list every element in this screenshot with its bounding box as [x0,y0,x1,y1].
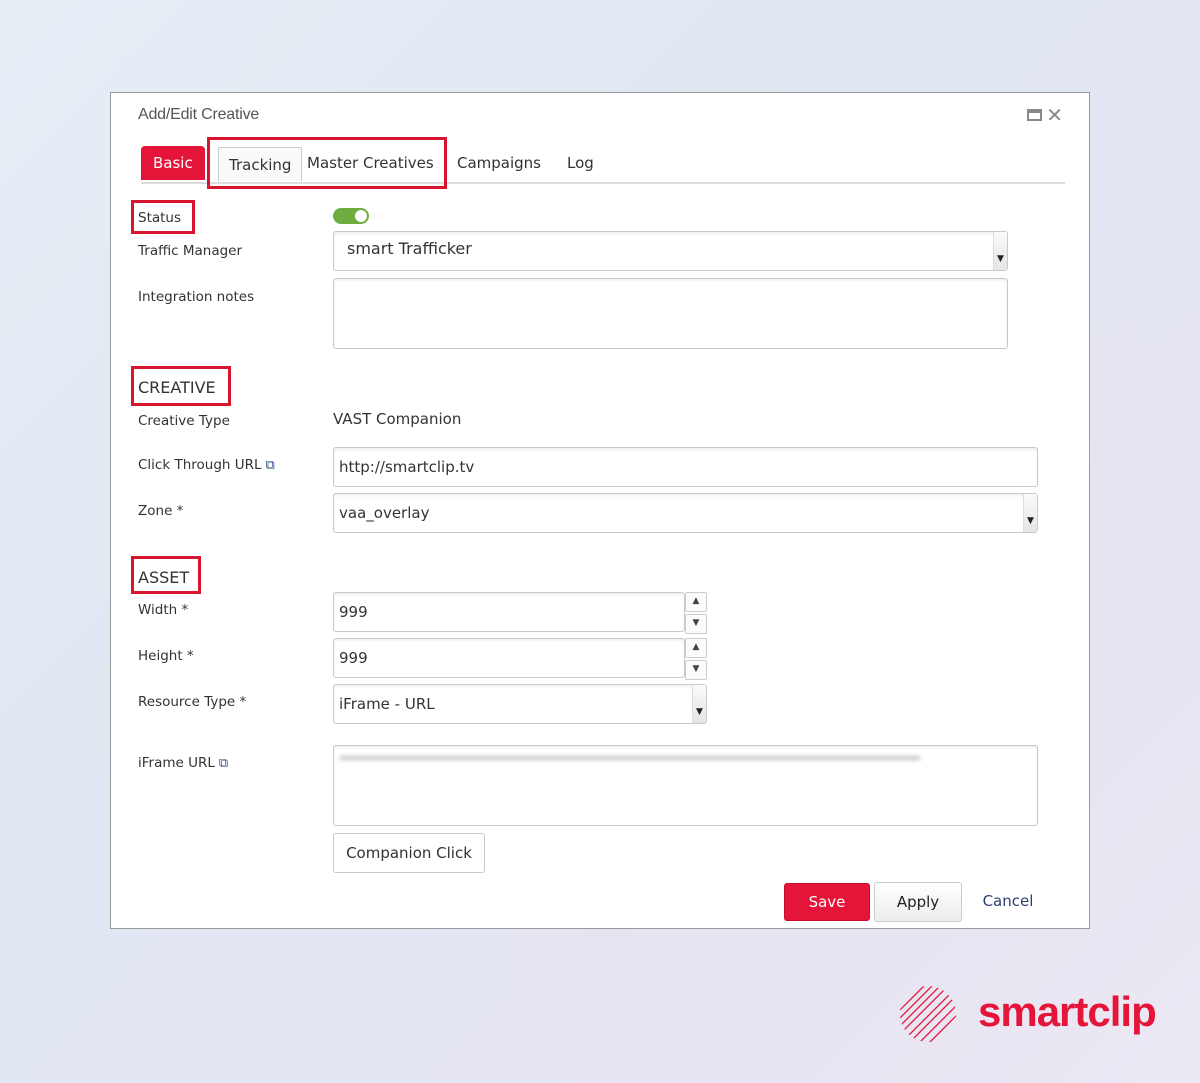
click-through-url-input[interactable]: http://smartclip.tv [333,447,1038,487]
status-toggle[interactable] [333,208,369,224]
click-through-url-value: http://smartclip.tv [339,458,475,476]
height-decrement-button[interactable]: ▼ [685,660,707,680]
height-stepper: ▲ ▼ [685,638,707,682]
integration-notes-textarea[interactable] [333,278,1008,349]
companion-click-button[interactable]: Companion Click [333,833,485,873]
save-button[interactable]: Save [784,883,870,921]
cancel-button[interactable]: Cancel [973,883,1043,921]
external-link-icon[interactable]: ⧉ [219,756,228,771]
smartclip-logo: smartclip [900,980,1170,1050]
chevron-down-icon: ▼ [692,685,706,723]
tab-log[interactable]: Log [567,146,594,180]
integration-notes-label: Integration notes [138,289,255,305]
smartclip-wordmark: smartclip [978,988,1157,1035]
resource-type-select[interactable]: iFrame - URL ▼ [333,684,707,724]
highlight-creative [131,366,231,406]
zone-value: vaa_overlay [339,504,430,522]
tab-campaigns[interactable]: Campaigns [457,146,541,180]
chevron-down-icon: ▼ [1023,494,1037,532]
click-through-url-text: Click Through URL [138,457,262,473]
width-label: Width * [138,602,189,618]
width-stepper: ▲ ▼ [685,592,707,636]
resource-type-label: Resource Type * [138,694,247,710]
zone-select[interactable]: vaa_overlay ▼ [333,493,1038,533]
click-through-url-label: Click Through URL ⧉ [138,457,275,473]
width-input[interactable]: 999 [333,592,685,632]
maximize-icon[interactable] [1027,109,1043,121]
smartclip-logo-mark [900,986,956,1042]
tab-basic[interactable]: Basic [141,146,205,180]
close-icon[interactable]: ✕ [1046,105,1063,125]
add-edit-creative-dialog: Add/Edit Creative ✕ Basic Tracking Maste… [110,92,1090,929]
iframe-url-label: iFrame URL ⧉ [138,755,228,771]
height-increment-button[interactable]: ▲ [685,638,707,658]
resource-type-value: iFrame - URL [339,695,435,713]
height-input[interactable]: 999 [333,638,685,678]
traffic-manager-select[interactable]: smart Trafficker ▼ [333,231,1008,271]
creative-type-value: VAST Companion [333,410,462,428]
highlight-asset [131,556,201,594]
iframe-url-text: iFrame URL [138,755,215,771]
apply-button[interactable]: Apply [874,882,962,922]
zone-label: Zone * [138,503,184,519]
traffic-manager-value: smart Trafficker [347,238,472,258]
width-decrement-button[interactable]: ▼ [685,614,707,634]
window-controls: ✕ [1027,105,1063,125]
iframe-url-textarea[interactable] [333,745,1038,826]
highlight-tracking-master-tabs [207,137,447,189]
width-value: 999 [339,603,368,621]
external-link-icon[interactable]: ⧉ [266,458,275,473]
chevron-down-icon: ▼ [993,232,1007,270]
width-increment-button[interactable]: ▲ [685,592,707,612]
dialog-title: Add/Edit Creative [138,106,260,123]
height-value: 999 [339,649,368,667]
height-label: Height * [138,648,194,664]
toggle-knob [355,210,367,222]
creative-type-label: Creative Type [138,413,230,429]
blurred-url-redaction [340,756,920,760]
highlight-status [131,200,195,234]
traffic-manager-label: Traffic Manager [138,243,243,259]
